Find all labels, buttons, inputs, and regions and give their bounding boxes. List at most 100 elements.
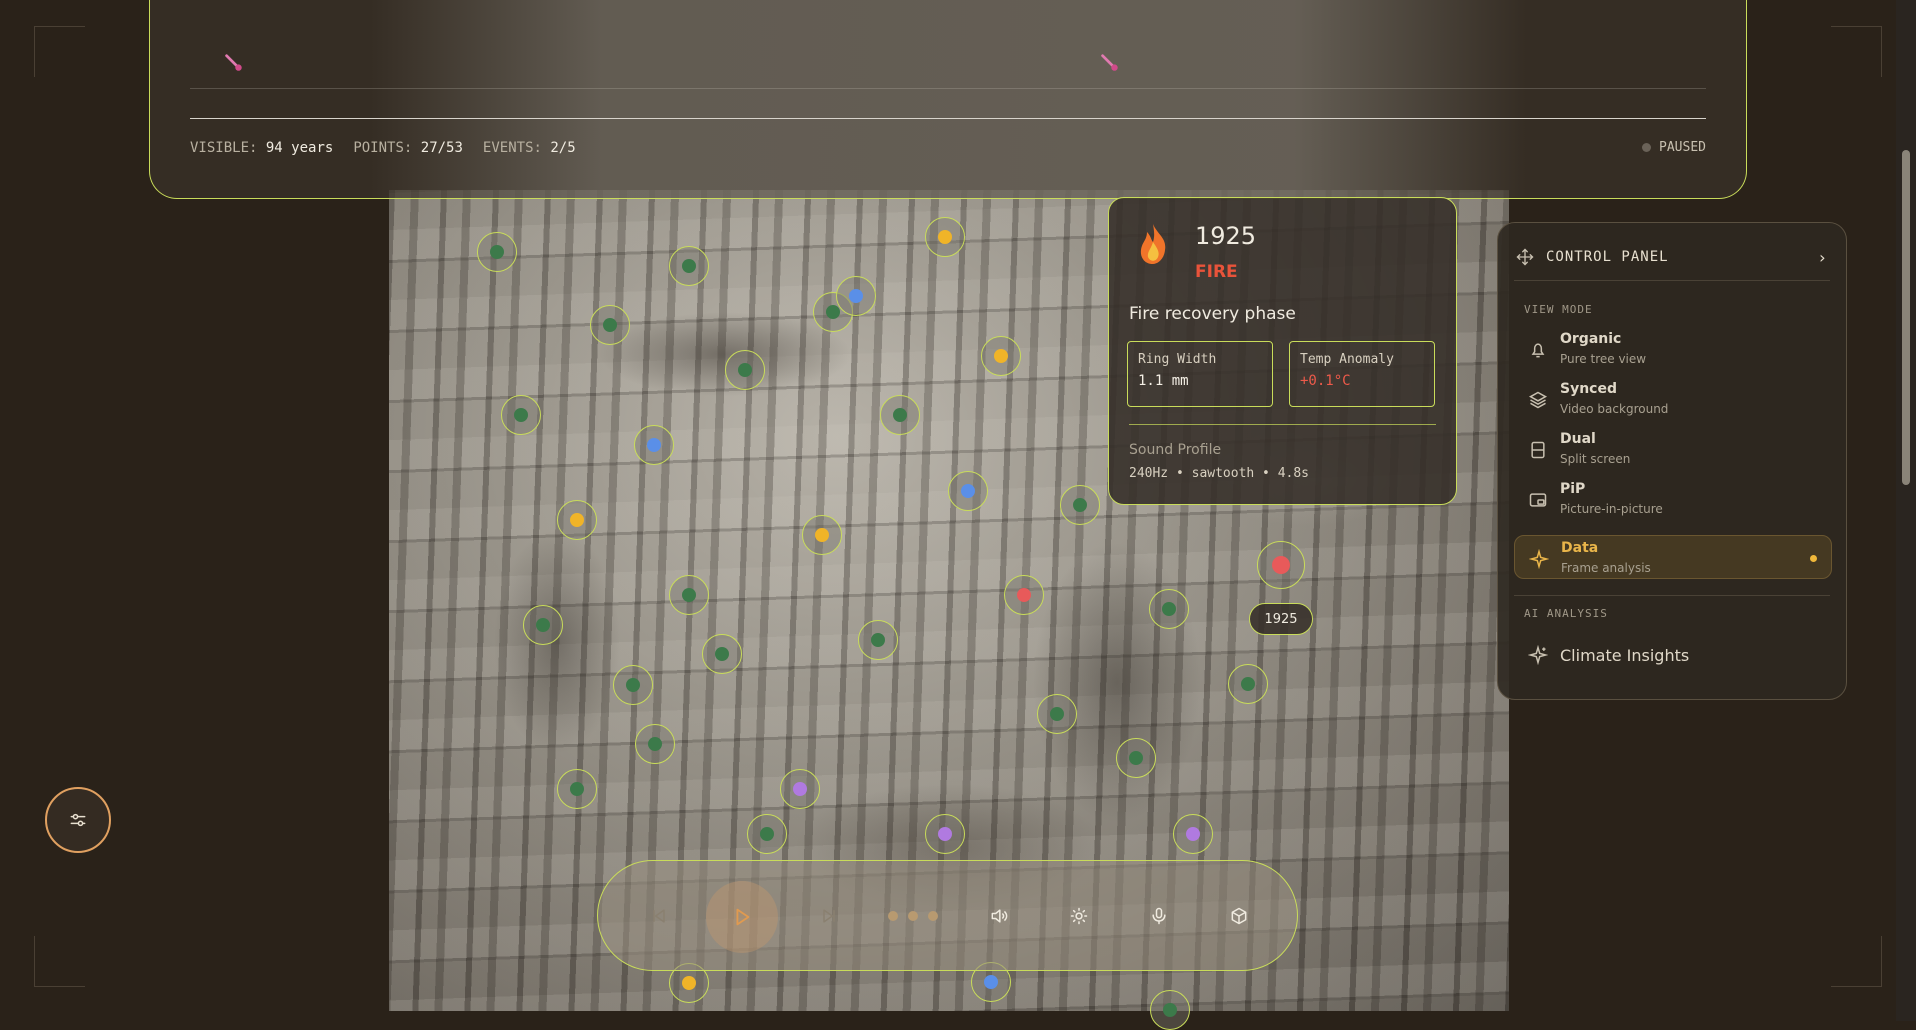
selected-event-marker[interactable] <box>1257 541 1305 589</box>
microphone-button[interactable] <box>1139 896 1179 936</box>
play-button[interactable] <box>706 881 778 953</box>
header-blur-band <box>370 0 1526 198</box>
ring-data-point[interactable] <box>1116 738 1156 778</box>
ring-data-point[interactable] <box>1037 694 1077 734</box>
mode-subtitle: Split screen <box>1560 452 1631 466</box>
ring-data-point[interactable] <box>780 769 820 809</box>
card-divider <box>1129 424 1436 425</box>
frame-corner <box>1831 26 1882 77</box>
point-dot <box>682 588 696 602</box>
ring-data-point[interactable] <box>634 425 674 465</box>
ring-data-point[interactable] <box>501 395 541 435</box>
divider <box>1514 595 1830 596</box>
layers-icon <box>1528 391 1548 409</box>
ring-data-point[interactable] <box>725 350 765 390</box>
ring-data-point[interactable] <box>880 395 920 435</box>
control-panel-header[interactable]: CONTROL PANEL › <box>1516 245 1828 269</box>
thermometer-icon[interactable] <box>1098 52 1120 74</box>
sun-icon <box>1070 907 1088 925</box>
scrollbar-thumb[interactable] <box>1902 150 1910 485</box>
3d-view-button[interactable] <box>1219 896 1259 936</box>
control-panel-title: CONTROL PANEL <box>1546 249 1669 265</box>
ring-data-point[interactable] <box>925 217 965 257</box>
move-icon[interactable] <box>1516 248 1534 266</box>
ring-data-point[interactable] <box>1149 589 1189 629</box>
point-dot <box>938 230 952 244</box>
ring-data-point[interactable] <box>1060 485 1100 525</box>
point-dot <box>626 678 640 692</box>
point-dot <box>1163 1003 1177 1017</box>
timeline-axis[interactable] <box>190 118 1706 119</box>
skip-forward-button[interactable] <box>809 896 849 936</box>
ring-data-point[interactable] <box>1228 664 1268 704</box>
ring-data-point[interactable] <box>523 605 563 645</box>
ring-data-point[interactable] <box>836 276 876 316</box>
ring-data-point[interactable] <box>590 305 630 345</box>
scrollbar[interactable] <box>1896 0 1916 1021</box>
ring-data-point[interactable] <box>948 471 988 511</box>
point-dot <box>647 438 661 452</box>
volume-icon <box>991 909 1008 923</box>
sparkle-icon <box>1528 645 1548 665</box>
mode-data[interactable]: Data Frame analysis <box>1514 535 1832 579</box>
settings-toggle-button[interactable] <box>45 787 111 853</box>
point-dot <box>603 318 617 332</box>
point-dot <box>1073 498 1087 512</box>
microphone-icon <box>1152 907 1166 925</box>
ring-data-point[interactable] <box>557 500 597 540</box>
control-panel: CONTROL PANEL › VIEW MODE Organic Pure t… <box>1497 222 1847 700</box>
mode-organic[interactable]: Organic Pure tree view <box>1514 327 1832 371</box>
skip-back-icon <box>653 909 665 923</box>
ring-data-point[interactable] <box>1173 814 1213 854</box>
ai-analysis-label: AI ANALYSIS <box>1524 607 1608 620</box>
ring-data-point[interactable] <box>669 246 709 286</box>
point-dot <box>826 305 840 319</box>
ring-data-point[interactable] <box>557 769 597 809</box>
ring-data-point[interactable] <box>981 336 1021 376</box>
ring-data-point[interactable] <box>858 620 898 660</box>
page-dots <box>888 911 938 921</box>
sliders-icon <box>70 813 86 827</box>
point-dot <box>682 976 696 990</box>
dot[interactable] <box>888 911 898 921</box>
playback-status: PAUSED <box>1642 140 1706 155</box>
ring-data-point[interactable] <box>1004 575 1044 615</box>
ring-data-point[interactable] <box>669 575 709 615</box>
ring-data-point[interactable] <box>747 814 787 854</box>
ring-data-point[interactable] <box>635 724 675 764</box>
event-year: 1925 <box>1195 222 1257 250</box>
point-dot <box>1050 707 1064 721</box>
chevron-right-icon[interactable]: › <box>1817 248 1828 267</box>
ring-data-point[interactable] <box>477 232 517 272</box>
ring-data-point[interactable] <box>1150 990 1190 1030</box>
volume-button[interactable] <box>979 896 1019 936</box>
ring-data-point[interactable] <box>613 665 653 705</box>
ring-data-point[interactable] <box>802 515 842 555</box>
mode-pip[interactable]: PiP Picture-in-picture <box>1514 477 1832 521</box>
dot[interactable] <box>928 911 938 921</box>
fire-icon <box>1140 224 1166 264</box>
timeline-header: VISIBLE: 94 years POINTS: 27/53 EVENTS: … <box>149 0 1747 199</box>
cube-icon <box>1231 907 1247 925</box>
metric-value: 1.1 mm <box>1138 373 1189 389</box>
status-dot <box>1642 143 1652 152</box>
point-dot <box>570 513 584 527</box>
skip-back-button[interactable] <box>639 896 679 936</box>
metric-label: Temp Anomaly <box>1300 352 1394 367</box>
point-dot <box>994 349 1008 363</box>
point-dot <box>961 484 975 498</box>
thermometer-icon[interactable] <box>222 52 244 74</box>
ring-data-point[interactable] <box>925 814 965 854</box>
brightness-button[interactable] <box>1059 896 1099 936</box>
point-dot <box>938 827 952 841</box>
point-dot <box>490 245 504 259</box>
mode-title: Organic <box>1560 331 1622 347</box>
point-dot <box>570 782 584 796</box>
climate-insights-button[interactable]: Climate Insights <box>1528 645 1689 665</box>
divider <box>1514 280 1830 281</box>
mode-synced[interactable]: Synced Video background <box>1514 377 1832 421</box>
dot[interactable] <box>908 911 918 921</box>
ring-data-point[interactable] <box>702 634 742 674</box>
mode-dual[interactable]: Dual Split screen <box>1514 427 1832 471</box>
mode-title: Data <box>1561 540 1599 556</box>
